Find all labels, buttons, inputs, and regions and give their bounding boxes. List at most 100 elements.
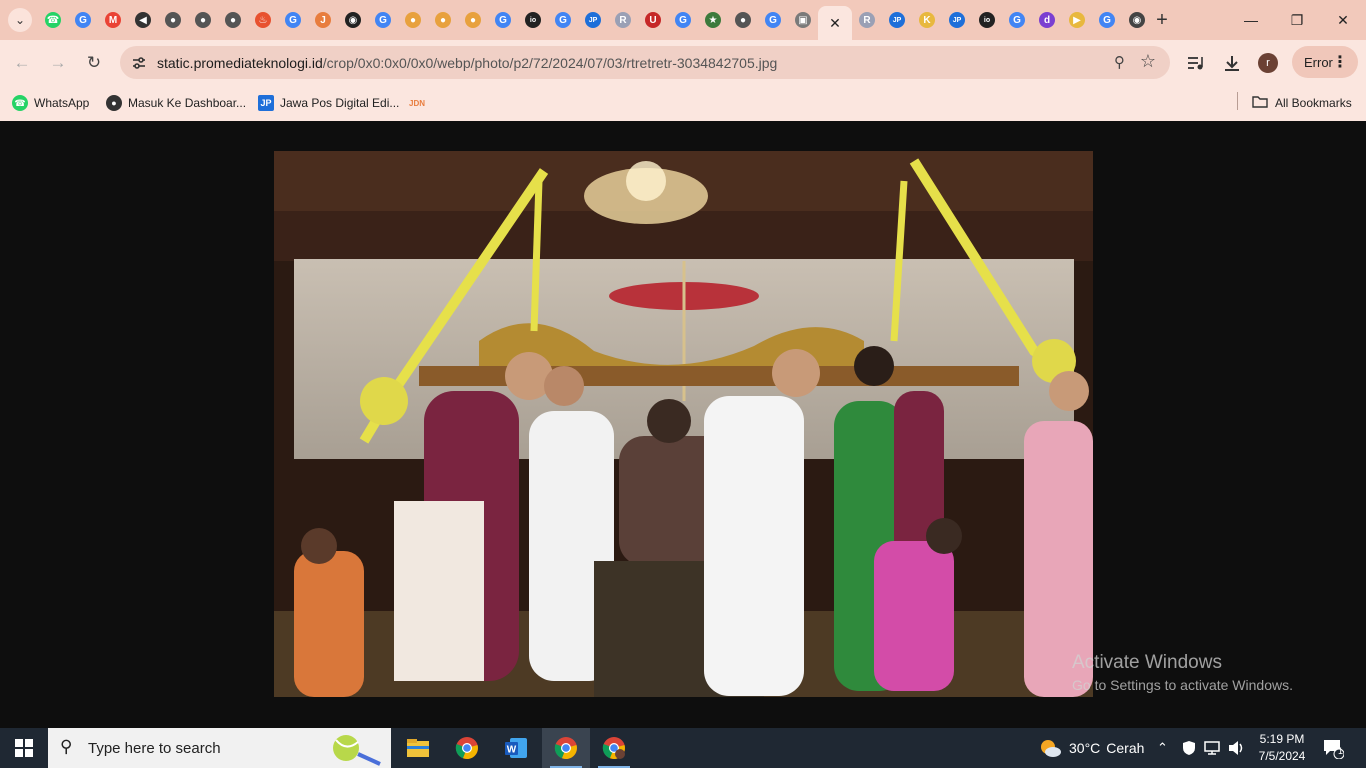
- tab[interactable]: G: [488, 6, 518, 34]
- tab[interactable]: ◉: [1122, 6, 1152, 34]
- address-bar[interactable]: static.promediateknologi.id/crop/0x0:0x0…: [120, 46, 1170, 79]
- tab[interactable]: G: [68, 6, 98, 34]
- tab[interactable]: ♨: [248, 6, 278, 34]
- tab[interactable]: JP: [942, 6, 972, 34]
- tab[interactable]: ●: [728, 6, 758, 34]
- tab[interactable]: JP: [578, 6, 608, 34]
- ceremony-photo[interactable]: [274, 151, 1093, 697]
- tab[interactable]: M: [98, 6, 128, 34]
- tab[interactable]: U: [638, 6, 668, 34]
- start-button[interactable]: [0, 728, 48, 768]
- search-icon: ⚲: [60, 737, 73, 756]
- arrow-left-icon: ←: [13, 53, 31, 72]
- github-icon: ◉: [1129, 12, 1145, 28]
- zoom-icon[interactable]: ⚲: [1114, 53, 1125, 71]
- tab[interactable]: G: [1002, 6, 1032, 34]
- globe-icon: ●: [225, 12, 241, 28]
- taskbar-file-explorer[interactable]: [394, 728, 442, 768]
- globe-icon: ●: [735, 12, 751, 28]
- tab[interactable]: G: [1092, 6, 1122, 34]
- show-hidden-icons-button[interactable]: ⌃: [1157, 728, 1168, 768]
- tab[interactable]: ◉: [338, 6, 368, 34]
- minimize-button[interactable]: —: [1228, 0, 1274, 40]
- ball-icon: ●: [405, 12, 421, 28]
- tab[interactable]: ●: [458, 6, 488, 34]
- tab[interactable]: G: [668, 6, 698, 34]
- tab[interactable]: ◀: [128, 6, 158, 34]
- dashboard-icon: ●: [106, 95, 122, 111]
- tab[interactable]: ●: [428, 6, 458, 34]
- globe-icon: ●: [195, 12, 211, 28]
- url-path: /crop/0x0:0x0/0x0/webp/photo/p2/72/2024/…: [322, 55, 778, 71]
- site-settings-icon[interactable]: [128, 52, 150, 74]
- google-icon: G: [495, 12, 511, 28]
- tab[interactable]: ●: [218, 6, 248, 34]
- bookmark-jawapos[interactable]: JP Jawa Pos Digital Edi...: [258, 92, 399, 114]
- close-tab-icon[interactable]: ✕: [829, 15, 841, 32]
- taskbar-chrome[interactable]: [443, 728, 491, 768]
- taskbar-chrome-active[interactable]: [542, 728, 590, 768]
- tab[interactable]: ★: [698, 6, 728, 34]
- url-text[interactable]: static.promediateknologi.id/crop/0x0:0x0…: [157, 55, 777, 71]
- tab[interactable]: G: [278, 6, 308, 34]
- back-button[interactable]: ←: [9, 50, 35, 76]
- tab[interactable]: J: [308, 6, 338, 34]
- tab[interactable]: ▶: [1062, 6, 1092, 34]
- tab[interactable]: G: [758, 6, 788, 34]
- taskbar-chrome-profile[interactable]: [590, 728, 638, 768]
- weather-widget[interactable]: 30°C Cerah: [1038, 728, 1144, 768]
- media-controls-icon[interactable]: [1184, 51, 1208, 75]
- restore-button[interactable]: ❐: [1274, 0, 1320, 40]
- github-icon: ◉: [345, 12, 361, 28]
- system-clock[interactable]: 5:19 PM 7/5/2024: [1252, 731, 1312, 765]
- download-icon[interactable]: [1220, 51, 1244, 75]
- taskbar-search-box[interactable]: ⚲ Type here to search: [48, 728, 391, 768]
- search-highlight-icon: [333, 735, 381, 766]
- forward-button[interactable]: →: [45, 50, 71, 76]
- google-icon: G: [675, 12, 691, 28]
- bookmark-star-icon[interactable]: ☆: [1140, 51, 1156, 72]
- weather-text: Cerah: [1106, 740, 1145, 756]
- all-bookmarks-button[interactable]: All Bookmarks: [1252, 92, 1352, 114]
- close-window-button[interactable]: ✕: [1320, 0, 1366, 40]
- security-icon[interactable]: [1181, 728, 1197, 768]
- tab-search-button[interactable]: ⌄: [8, 8, 32, 32]
- tab[interactable]: ☎: [38, 6, 68, 34]
- tab[interactable]: G: [368, 6, 398, 34]
- profile-avatar[interactable]: r: [1258, 53, 1278, 73]
- tab[interactable]: io: [518, 6, 548, 34]
- tab[interactable]: io: [972, 6, 1002, 34]
- d-icon: d: [1039, 12, 1055, 28]
- tab[interactable]: ●: [188, 6, 218, 34]
- bookmark-label: Masuk Ke Dashboar...: [128, 96, 247, 110]
- tab[interactable]: JP: [882, 6, 912, 34]
- google-icon: G: [555, 12, 571, 28]
- tab[interactable]: ●: [158, 6, 188, 34]
- tab[interactable]: K: [912, 6, 942, 34]
- bookmark-jdn[interactable]: JDN: [409, 92, 431, 114]
- tab-active[interactable]: ✕: [818, 6, 852, 40]
- bookmark-dashboard[interactable]: ● Masuk Ke Dashboar...: [106, 92, 246, 114]
- new-tab-button[interactable]: +: [1150, 8, 1174, 32]
- tab[interactable]: ●: [398, 6, 428, 34]
- error-button[interactable]: Error ⋮: [1292, 46, 1358, 78]
- tab[interactable]: ▣: [788, 6, 818, 34]
- tab[interactable]: d: [1032, 6, 1062, 34]
- bookmark-whatsapp[interactable]: ☎ WhatsApp: [12, 92, 89, 114]
- volume-icon[interactable]: [1228, 728, 1246, 768]
- tab[interactable]: R: [608, 6, 638, 34]
- tab[interactable]: G: [548, 6, 578, 34]
- taskbar-word[interactable]: W: [492, 728, 540, 768]
- bookmark-label: WhatsApp: [34, 96, 90, 110]
- tab-strip: ⌄ ☎ G M ◀ ● ● ● ♨ G J ◉ G ● ● ● Gio G JP R U G ★ ● G ▣ ✕ R JP K JP io G…: [0, 0, 1366, 40]
- search-placeholder: Type here to search: [88, 740, 221, 757]
- windows-logo-icon: [15, 739, 33, 757]
- all-bookmarks-label: All Bookmarks: [1275, 96, 1352, 110]
- network-icon[interactable]: [1204, 728, 1220, 768]
- tab[interactable]: R: [852, 6, 882, 34]
- ceremony-photo-illustration: [274, 151, 1093, 697]
- reload-button[interactable]: ↻: [81, 50, 107, 76]
- jp-icon: JP: [949, 12, 965, 28]
- watermark-subtitle: Go to Settings to activate Windows.: [1072, 677, 1293, 693]
- notification-center-button[interactable]: 1: [1322, 728, 1344, 768]
